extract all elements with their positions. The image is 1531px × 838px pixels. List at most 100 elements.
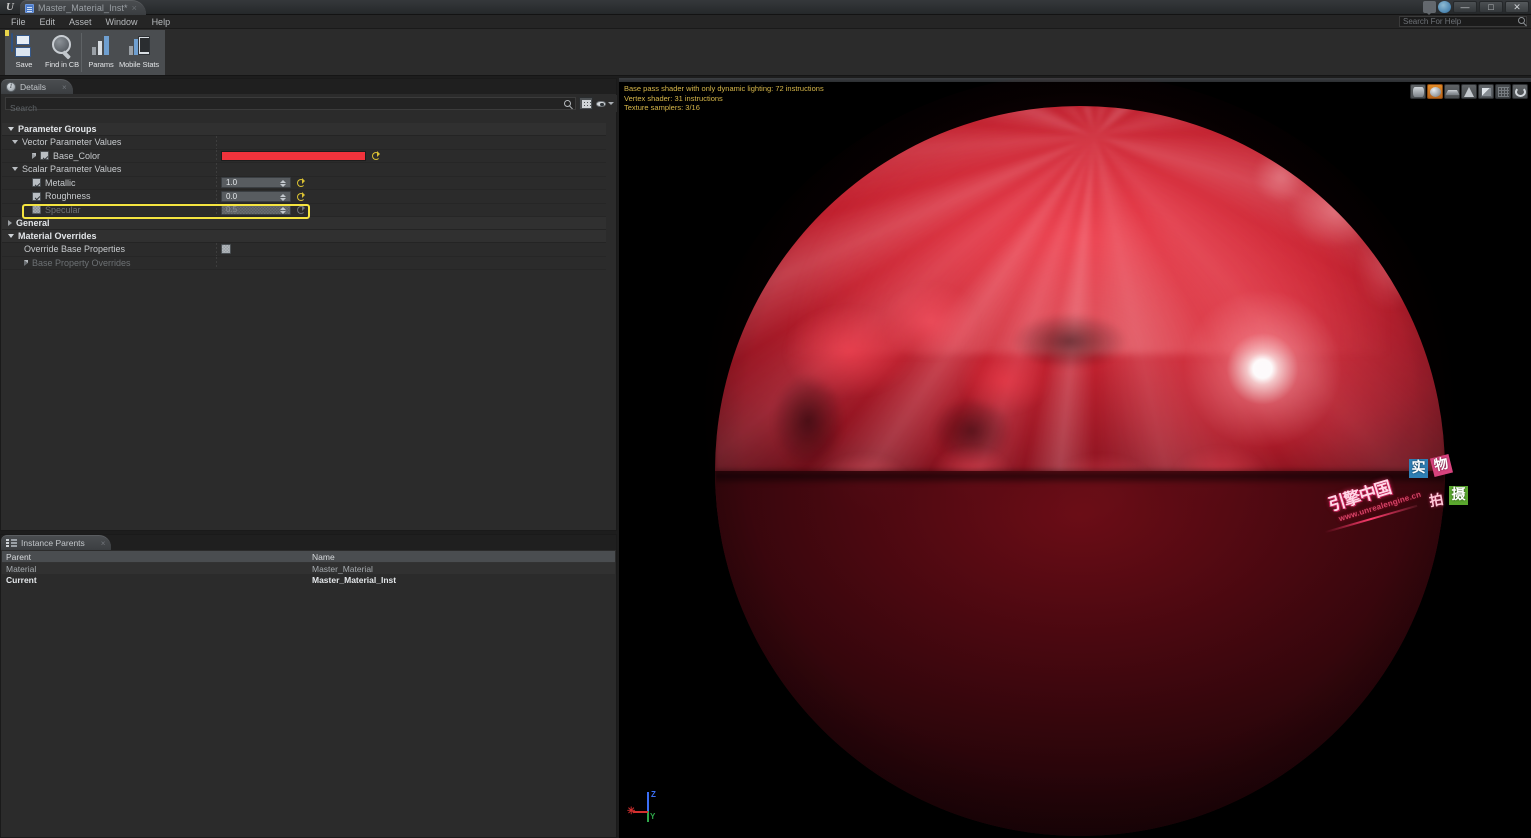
mobile-stats-icon bbox=[126, 34, 152, 58]
cylinder-primitive-button[interactable] bbox=[1410, 84, 1426, 99]
chevron-down-icon[interactable] bbox=[8, 234, 14, 238]
spinner-icon[interactable] bbox=[280, 180, 287, 188]
numeric-value: 0.0 bbox=[226, 191, 238, 201]
numeric-input[interactable]: 0.0 bbox=[221, 190, 291, 202]
minimize-button[interactable]: — bbox=[1453, 1, 1477, 13]
row-value-cell: 0.0 bbox=[216, 190, 606, 203]
category-header-general[interactable]: General bbox=[2, 217, 606, 230]
table-row[interactable]: Current Master_Material_Inst bbox=[2, 574, 615, 585]
numeric-value: 1.0 bbox=[226, 178, 238, 188]
menu-item-file[interactable]: File bbox=[4, 16, 33, 28]
numeric-value: 0.5 bbox=[226, 205, 238, 215]
search-input[interactable] bbox=[6, 102, 575, 114]
tab-instance-parents-label: Instance Parents bbox=[21, 538, 85, 548]
numeric-input[interactable]: 1.0 bbox=[221, 177, 291, 189]
spinner-icon[interactable] bbox=[280, 193, 287, 201]
magnifier-icon bbox=[50, 34, 74, 58]
document-tab-close-icon[interactable]: × bbox=[132, 3, 137, 13]
property-row-override-base-properties[interactable]: Override Base Properties bbox=[2, 243, 606, 257]
property-row-base-property-overrides[interactable]: Base Property Overrides bbox=[2, 256, 606, 270]
menu-item-help[interactable]: Help bbox=[145, 16, 178, 28]
column-divider bbox=[216, 149, 217, 162]
row-name-cell: Scalar Parameter Values bbox=[2, 163, 216, 176]
category-header-parameter-groups[interactable]: Parameter Groups bbox=[2, 123, 606, 136]
params-button-label: Params bbox=[88, 60, 114, 69]
property-row-metallic[interactable]: Metallic 1.0 bbox=[2, 176, 606, 190]
plane-primitive-button[interactable] bbox=[1444, 84, 1460, 99]
tab-details-close-icon[interactable]: × bbox=[62, 83, 67, 92]
property-row-specular[interactable]: Specular 0.5 bbox=[2, 203, 606, 219]
instance-parents-rows: Material Master_Material Current Master_Mat… bbox=[2, 563, 615, 585]
chevron-right-icon[interactable] bbox=[8, 220, 12, 226]
reset-view-button[interactable] bbox=[1512, 84, 1528, 99]
chevron-right-icon[interactable] bbox=[32, 152, 36, 159]
reset-to-default-icon[interactable] bbox=[296, 191, 305, 201]
parameter-checkbox[interactable] bbox=[32, 191, 41, 201]
property-row-roughness[interactable]: Roughness 0.0 bbox=[2, 190, 606, 204]
row-value-cell bbox=[216, 136, 606, 149]
parameter-group-scalar-parameter-values[interactable]: Scalar Parameter Values bbox=[2, 163, 606, 177]
sphere-primitive-button[interactable] bbox=[1427, 84, 1443, 99]
parameter-checkbox[interactable] bbox=[32, 205, 41, 215]
visibility-button[interactable] bbox=[596, 97, 614, 110]
table-row[interactable]: Material Master_Material bbox=[2, 563, 615, 574]
maximize-button[interactable]: □ bbox=[1479, 1, 1503, 13]
parameter-group-label: Scalar Parameter Values bbox=[22, 164, 122, 175]
save-button[interactable]: Save bbox=[5, 30, 43, 75]
cone-primitive-button[interactable] bbox=[1461, 84, 1477, 99]
tab-instance-parents-close-icon[interactable]: × bbox=[101, 539, 106, 548]
column-divider bbox=[216, 256, 217, 269]
category-header-material-overrides[interactable]: Material Overrides bbox=[2, 230, 606, 243]
mobile-stats-button-label: Mobile Stats bbox=[118, 60, 160, 69]
override-base-properties-checkbox[interactable] bbox=[221, 244, 231, 255]
menu-item-edit[interactable]: Edit bbox=[33, 16, 63, 28]
refresh-icon bbox=[1514, 86, 1526, 97]
gizmo-y-axis bbox=[647, 811, 649, 822]
search-input-wrapper[interactable] bbox=[5, 97, 576, 114]
menu-item-window[interactable]: Window bbox=[99, 16, 145, 28]
find-in-cb-button[interactable]: Find in CB bbox=[43, 30, 81, 75]
property-label: Specular bbox=[45, 204, 81, 215]
column-header-name[interactable]: Name bbox=[308, 552, 615, 562]
tab-details[interactable]: Details × bbox=[1, 79, 73, 94]
grid-view-button[interactable] bbox=[579, 97, 593, 110]
close-button[interactable]: ✕ bbox=[1505, 1, 1529, 13]
row-name-cell: Base_Color bbox=[2, 150, 216, 163]
property-label: Override Base Properties bbox=[24, 244, 126, 255]
tab-details-label: Details bbox=[20, 82, 46, 92]
cell-parent: Material bbox=[6, 563, 37, 574]
chevron-down-icon[interactable] bbox=[12, 140, 18, 145]
mobile-stats-button[interactable]: Mobile Stats bbox=[118, 30, 160, 75]
document-tab[interactable]: Master_Material_Inst* × bbox=[20, 0, 146, 15]
property-row-base-color[interactable]: Base_Color bbox=[2, 149, 606, 163]
tab-instance-parents[interactable]: Instance Parents × bbox=[1, 535, 112, 550]
spinner-icon[interactable] bbox=[280, 207, 287, 215]
chevron-right-icon[interactable] bbox=[24, 259, 28, 266]
column-divider bbox=[216, 203, 217, 216]
menu-item-asset[interactable]: Asset bbox=[62, 16, 99, 28]
params-button[interactable]: Params bbox=[82, 30, 120, 75]
chevron-down-icon[interactable] bbox=[12, 167, 18, 172]
material-preview-viewport[interactable]: 引擎中国 www.unrealengine.cn 实 物 拍 摄 Base pa… bbox=[619, 78, 1531, 838]
cube-primitive-button[interactable] bbox=[1478, 84, 1494, 99]
reset-to-default-icon[interactable] bbox=[296, 178, 305, 188]
parameter-group-vector-parameter-values[interactable]: Vector Parameter Values bbox=[2, 136, 606, 150]
row-value-cell: 0.5 bbox=[216, 204, 606, 217]
title-bar: U Master_Material_Inst* × — □ ✕ bbox=[0, 0, 1531, 15]
color-swatch[interactable] bbox=[221, 150, 366, 161]
chevron-down-icon[interactable] bbox=[8, 127, 14, 131]
parameter-checkbox[interactable] bbox=[32, 178, 41, 188]
parameter-checkbox[interactable] bbox=[40, 151, 49, 161]
browser-icon[interactable] bbox=[1438, 1, 1451, 13]
chevron-down-icon bbox=[608, 102, 614, 105]
shader-stat-line-3: Texture samplers: 3/16 bbox=[624, 103, 700, 112]
cell-name: Master_Material_Inst bbox=[312, 574, 397, 585]
cylinder-icon bbox=[1412, 86, 1424, 97]
feedback-icon[interactable] bbox=[1423, 1, 1436, 15]
column-header-parent[interactable]: Parent bbox=[2, 552, 308, 562]
reset-to-default-icon[interactable] bbox=[371, 151, 380, 161]
category-label: Parameter Groups bbox=[18, 124, 97, 134]
reset-to-default-icon[interactable] bbox=[296, 205, 305, 215]
help-search-input[interactable]: Search For Help bbox=[1399, 16, 1527, 27]
row-value-cell bbox=[216, 163, 606, 176]
